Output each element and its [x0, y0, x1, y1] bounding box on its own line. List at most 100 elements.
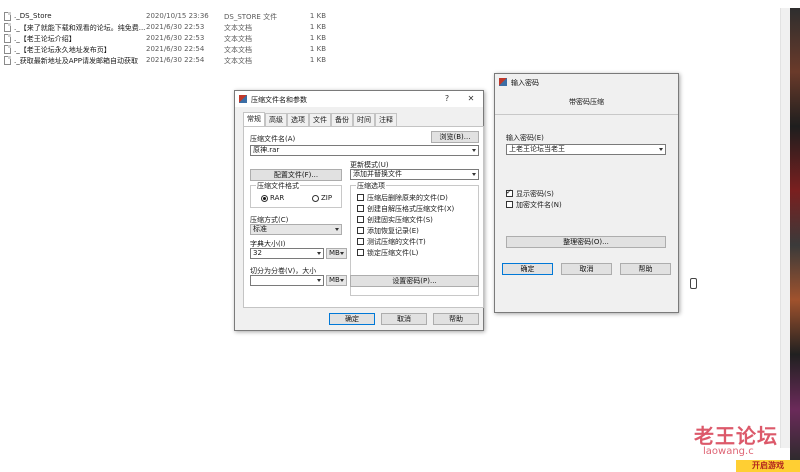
tab-advanced[interactable]: 高级: [265, 113, 287, 126]
option-checkbox[interactable]: [357, 205, 364, 212]
text-file-icon: [4, 12, 11, 21]
archive-name-value: 原神.rar: [253, 146, 280, 154]
set-password-button[interactable]: 设置密码(P)...: [350, 275, 479, 287]
file-date: 2021/6/30 22:53: [146, 34, 205, 42]
dictionary-size-select[interactable]: 32: [250, 248, 324, 259]
chevron-down-icon[interactable]: [335, 228, 339, 231]
file-size: 1 KB: [309, 45, 326, 53]
tab-files[interactable]: 文件: [309, 113, 331, 126]
option-label: 锁定压缩文件(L): [367, 249, 419, 257]
organize-passwords-button[interactable]: 整理密码(O)...: [506, 236, 666, 248]
file-name: ._【老王论坛介绍】: [14, 35, 76, 43]
help-button[interactable]: 帮助: [620, 263, 671, 275]
tab-options[interactable]: 选项: [287, 113, 309, 126]
winrar-icon: [239, 95, 247, 103]
format-rar-label: RAR: [270, 194, 285, 202]
format-rar-radio[interactable]: [261, 195, 268, 202]
chevron-down-icon[interactable]: [472, 173, 476, 176]
tab-general[interactable]: 常规: [243, 112, 265, 126]
chevron-down-icon[interactable]: [659, 148, 663, 151]
divider: [495, 114, 678, 115]
archive-options-label: 压缩选项: [356, 181, 386, 191]
dialog-titlebar[interactable]: 压缩文件名和参数 ? ✕: [235, 91, 483, 107]
dictionary-unit-select[interactable]: MB: [326, 248, 347, 259]
file-name: ._【来了就能下载和观看的论坛。纯免费...: [14, 24, 146, 32]
archive-name-field[interactable]: 原神.rar: [250, 145, 479, 156]
file-size: 1 KB: [309, 56, 326, 64]
update-mode-value: 添加并替换文件: [353, 170, 402, 178]
split-volumes-select[interactable]: [250, 275, 324, 286]
option-checkbox[interactable]: [357, 216, 364, 223]
chevron-down-icon[interactable]: [472, 149, 476, 152]
file-row[interactable]: ._【老王论坛介绍】 2021/6/30 22:53 文本文档 1 KB: [0, 33, 520, 44]
password-input[interactable]: 上老王论坛当老王: [506, 144, 666, 155]
dialog-heading: 带密码压缩: [569, 98, 604, 106]
tab-comment[interactable]: 注释: [375, 113, 397, 126]
chevron-down-icon[interactable]: [340, 252, 344, 255]
password-label: 输入密码(E): [506, 134, 544, 142]
file-row[interactable]: ._【来了就能下载和观看的论坛。纯免费... 2021/6/30 22:53 文…: [0, 22, 520, 33]
option-checkbox[interactable]: [357, 194, 364, 201]
encrypt-filenames-checkbox[interactable]: [506, 201, 513, 208]
split-unit-value: MB: [329, 276, 340, 284]
cancel-button[interactable]: 取消: [561, 263, 612, 275]
profiles-button[interactable]: 配置文件(F)...: [250, 169, 342, 181]
file-size: 1 KB: [309, 34, 326, 42]
file-name: ._DS_Store: [14, 12, 52, 20]
text-file-icon: [4, 34, 11, 43]
vertical-scrollbar[interactable]: [780, 8, 790, 448]
help-icon[interactable]: ?: [441, 93, 453, 105]
ok-button[interactable]: 确定: [329, 313, 375, 325]
chevron-down-icon[interactable]: [340, 279, 344, 282]
archive-format-label: 压缩文件格式: [256, 181, 300, 191]
archive-name-label: 压缩文件名(A): [250, 135, 296, 143]
file-date: 2021/6/30 22:53: [146, 23, 205, 31]
ok-button[interactable]: 确定: [502, 263, 553, 275]
help-button[interactable]: 帮助: [433, 313, 479, 325]
dialog-title: 压缩文件名和参数: [251, 96, 307, 104]
tab-backup[interactable]: 备份: [331, 113, 353, 126]
file-date: 2020/10/15 23:36: [146, 12, 209, 20]
format-zip-radio[interactable]: [312, 195, 319, 202]
mouse-pointer-icon: [690, 278, 697, 289]
file-row[interactable]: ._获取最新地址及APP请发邮箱自动获取 2021/6/30 22:54 文本文…: [0, 55, 520, 66]
chevron-down-icon[interactable]: [317, 252, 321, 255]
dictionary-size-value: 32: [253, 249, 262, 257]
option-label: 添加恢复记录(E): [367, 227, 419, 235]
cancel-button[interactable]: 取消: [381, 313, 427, 325]
option-label: 创建固实压缩文件(S): [367, 216, 433, 224]
split-unit-select[interactable]: MB: [326, 275, 347, 286]
show-password-checkbox[interactable]: [506, 188, 513, 197]
show-password-label: 显示密码(S): [516, 190, 554, 198]
compression-method-value: 标准: [253, 225, 267, 233]
file-type: 文本文档: [224, 46, 252, 54]
encrypt-filenames-label: 加密文件名(N): [516, 201, 562, 209]
option-checkbox[interactable]: [357, 227, 364, 234]
file-row[interactable]: ._DS_Store 2020/10/15 23:36 DS_STORE 文件 …: [0, 11, 520, 22]
file-type: 文本文档: [224, 57, 252, 65]
dialog-titlebar[interactable]: 输入密码: [495, 74, 678, 90]
file-name: ._获取最新地址及APP请发邮箱自动获取: [14, 57, 138, 65]
compression-method-select[interactable]: 标准: [250, 224, 342, 235]
file-date: 2021/6/30 22:54: [146, 45, 205, 53]
password-value: 上老王论坛当老王: [509, 145, 565, 153]
update-mode-select[interactable]: 添加并替换文件: [350, 169, 479, 180]
general-tab-panel: 压缩文件名(A) 浏览(B)... 原神.rar 更新模式(U) 添加并替换文件…: [243, 126, 484, 308]
file-date: 2021/6/30 22:54: [146, 56, 205, 64]
option-checkbox[interactable]: [357, 249, 364, 256]
enter-password-dialog: 输入密码 带密码压缩 输入密码(E) 上老王论坛当老王 显示密码(S) 加密文件…: [494, 73, 679, 313]
file-name: ._【老王论坛永久地址发布页】: [14, 46, 111, 54]
format-zip-label: ZIP: [321, 194, 333, 202]
file-row[interactable]: ._【老王论坛永久地址发布页】 2021/6/30 22:54 文本文档 1 K…: [0, 44, 520, 55]
option-label: 创建自解压格式压缩文件(X): [367, 205, 455, 213]
option-checkbox[interactable]: [357, 238, 364, 245]
archive-parameters-dialog: 压缩文件名和参数 ? ✕ 常规 高级 选项 文件 备份 时间 注释 压缩文件名(…: [234, 90, 484, 331]
file-type: 文本文档: [224, 24, 252, 32]
browse-button[interactable]: 浏览(B)...: [431, 131, 479, 143]
file-type: 文本文档: [224, 35, 252, 43]
close-icon[interactable]: ✕: [465, 93, 477, 105]
chevron-down-icon[interactable]: [317, 279, 321, 282]
tab-time[interactable]: 时间: [353, 113, 375, 126]
option-label: 压缩后删除原来的文件(D): [367, 194, 448, 202]
watermark-logo: 老王论坛: [694, 424, 778, 448]
